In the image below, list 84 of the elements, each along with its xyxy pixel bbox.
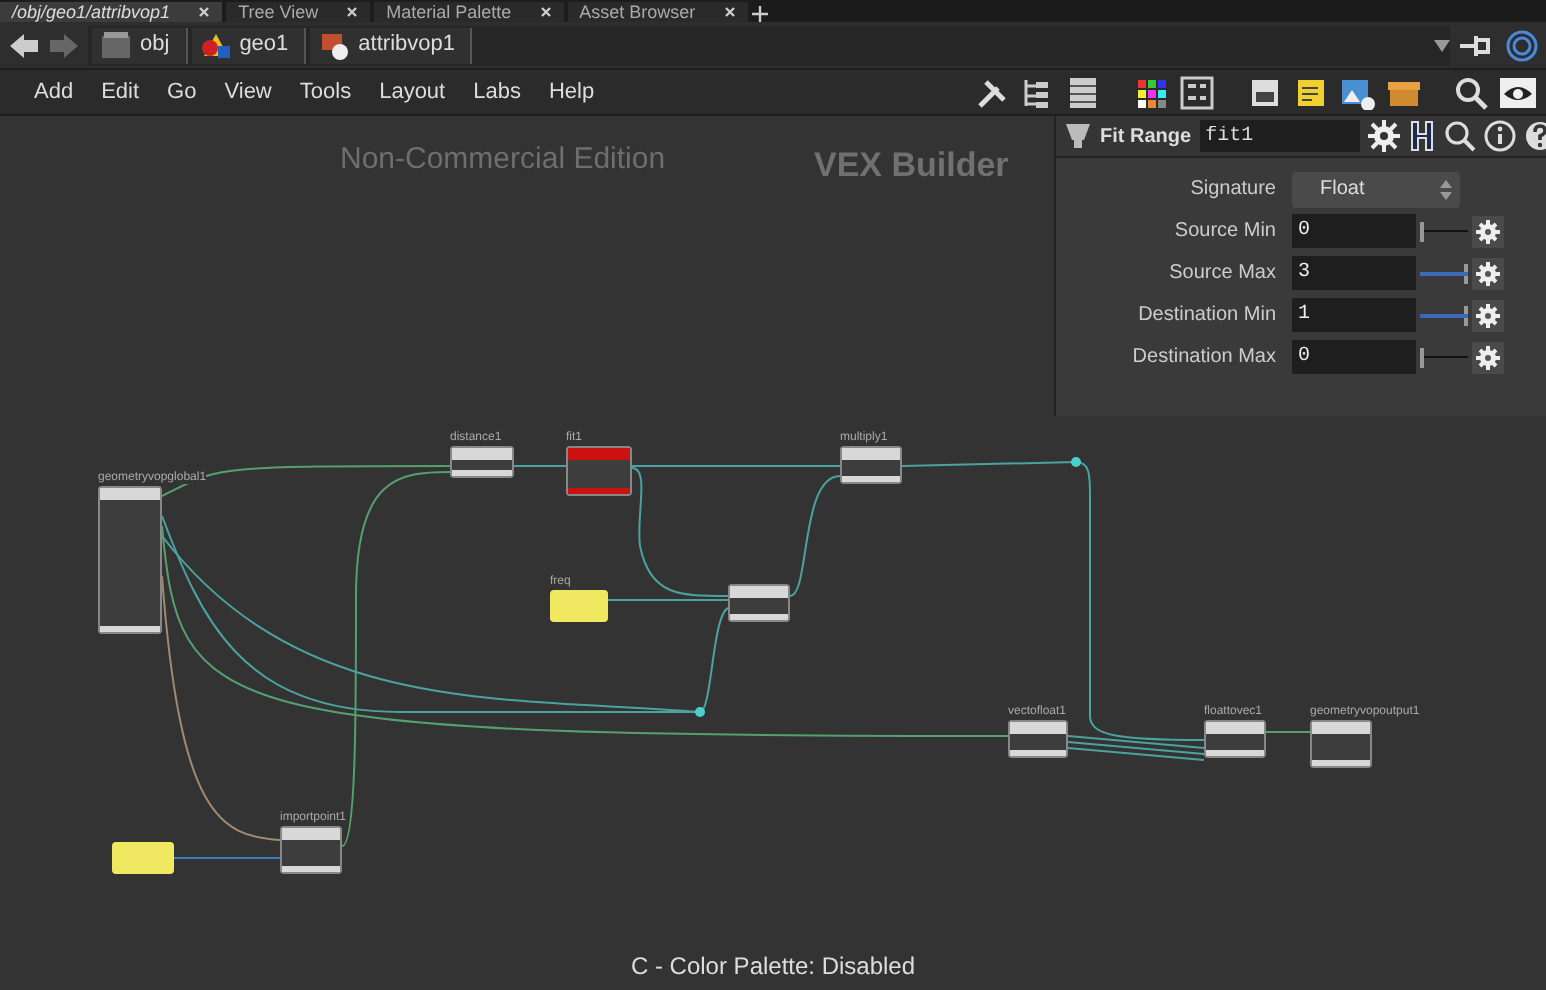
vop-node[interactable] — [280, 826, 342, 874]
funnel-icon — [1064, 122, 1092, 150]
parameter-label: Source Max — [1167, 260, 1278, 288]
back-arrow-icon[interactable] — [8, 31, 40, 59]
parameter-label: Destination Min — [1136, 302, 1278, 330]
value-field[interactable]: 3 — [1292, 256, 1416, 290]
menu-item[interactable]: Layout — [365, 75, 460, 109]
close-icon[interactable] — [198, 6, 211, 18]
search-icon[interactable] — [1454, 75, 1490, 109]
menu-item[interactable]: Add — [20, 75, 88, 109]
menu-item[interactable]: Help — [534, 75, 609, 109]
breadcrumb[interactable]: geo1 — [191, 27, 307, 63]
shapes-icon — [199, 29, 232, 61]
parameter-label: Destination Max — [1130, 344, 1278, 372]
help-icon[interactable] — [1523, 120, 1546, 152]
add-tab-icon[interactable] — [751, 6, 768, 22]
vop-node[interactable] — [1204, 720, 1266, 758]
slider-track[interactable] — [1420, 263, 1468, 283]
gear-icon[interactable] — [1472, 341, 1504, 373]
color-grid-icon[interactable] — [1134, 75, 1170, 109]
target-icon[interactable] — [1506, 29, 1538, 61]
gear-icon[interactable] — [1472, 299, 1504, 331]
shapes-grid-icon[interactable] — [1180, 75, 1216, 109]
vop-node[interactable] — [450, 446, 514, 478]
slider-track[interactable] — [1420, 347, 1468, 367]
tab-label: /obj/geo1/attribvop1 — [12, 2, 171, 22]
spinner-arrows-icon — [1440, 179, 1452, 199]
search-icon[interactable] — [1443, 120, 1476, 152]
output-node[interactable] — [1310, 720, 1372, 768]
vop-node[interactable] — [840, 446, 902, 484]
tab[interactable]: Material Palette — [374, 2, 564, 22]
network-box-icon[interactable] — [1248, 75, 1284, 109]
wire-dot — [1071, 457, 1081, 467]
node-wire — [1265, 731, 1311, 733]
tab-label: Tree View — [238, 2, 319, 22]
tab[interactable]: Tree View — [226, 2, 371, 22]
tab[interactable]: Asset Browser — [567, 2, 748, 22]
list-icon[interactable] — [1066, 75, 1102, 109]
close-icon[interactable] — [723, 6, 736, 18]
menu-item[interactable]: Edit — [87, 75, 154, 109]
node-name-field[interactable]: fit1 — [1199, 120, 1360, 152]
menu-item[interactable]: Tools — [285, 75, 366, 109]
gear-icon[interactable] — [1472, 257, 1504, 289]
context-label: VEX Builder — [814, 144, 1009, 188]
menu-item[interactable]: Labs — [459, 75, 535, 109]
node-wire — [173, 857, 281, 859]
close-icon[interactable] — [346, 6, 359, 18]
tab-label: Material Palette — [386, 2, 512, 22]
eye-icon[interactable] — [1500, 75, 1536, 109]
node-wire — [513, 465, 567, 467]
status-message: C - Color Palette: Disabled — [628, 950, 918, 984]
menu-item[interactable]: View — [210, 75, 286, 109]
info-icon[interactable] — [1483, 120, 1516, 152]
sticky-note-icon[interactable] — [1294, 75, 1330, 109]
menu-item[interactable]: Go — [153, 75, 211, 109]
value-field[interactable]: 1 — [1292, 298, 1416, 332]
image-add-icon[interactable] — [1340, 75, 1376, 109]
parameter-node[interactable] — [112, 842, 174, 874]
h-letter-icon[interactable] — [1407, 120, 1436, 152]
slider-track[interactable] — [1420, 221, 1468, 241]
clapperboard-icon — [100, 29, 132, 61]
gear-icon[interactable] — [1472, 215, 1504, 247]
vop-node[interactable] — [98, 486, 162, 634]
dropdown-caret-icon[interactable] — [1434, 39, 1450, 51]
signature-dropdown[interactable]: Float — [1292, 171, 1460, 207]
parameter-node[interactable] — [550, 590, 608, 622]
edition-label: Non-Commercial Edition — [340, 140, 666, 180]
value-field[interactable]: 0 — [1292, 340, 1416, 374]
breadcrumb[interactable]: attribvop1 — [310, 27, 473, 63]
tab-label: Asset Browser — [579, 2, 696, 22]
tab[interactable]: /obj/geo1/attribvop1 — [0, 2, 223, 22]
gear-icon[interactable] — [1367, 120, 1400, 152]
close-icon[interactable] — [539, 6, 552, 18]
vop-node[interactable] — [728, 584, 790, 622]
vop-node[interactable] — [1008, 720, 1068, 758]
slider-track[interactable] — [1420, 305, 1468, 325]
parameter-label: Source Min — [1172, 218, 1278, 246]
node-icon — [318, 29, 351, 61]
parameter-label: Signature — [1188, 176, 1278, 204]
value-field[interactable]: 0 — [1292, 214, 1416, 248]
node-type-label: Fit Range — [1100, 123, 1192, 151]
breadcrumb[interactable]: obj — [92, 27, 188, 63]
wire-dot — [695, 707, 705, 717]
vop-node[interactable] — [566, 446, 632, 496]
